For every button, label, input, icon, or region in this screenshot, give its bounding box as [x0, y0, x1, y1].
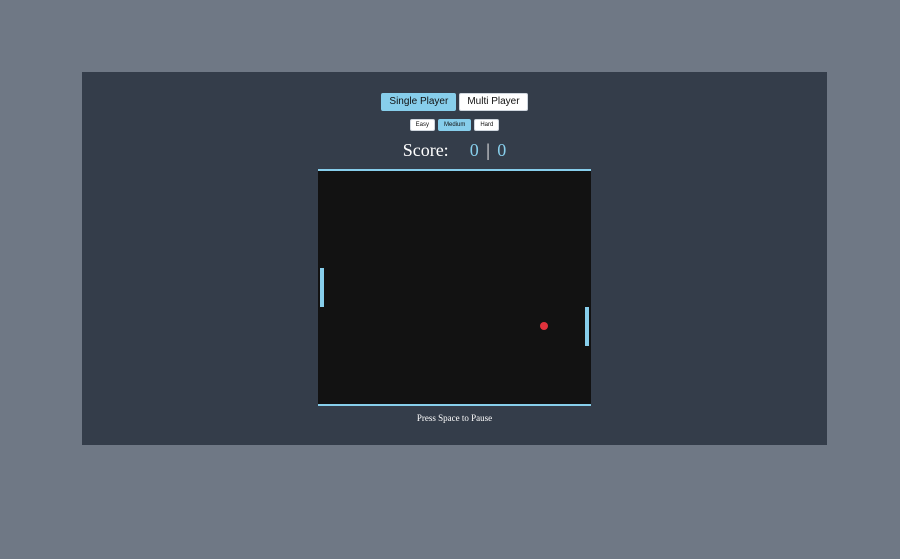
game-board[interactable] [318, 169, 591, 406]
mode-selector: Single Player Multi Player [82, 93, 827, 111]
right-score: 0 [497, 140, 507, 160]
hard-button[interactable]: Hard [474, 119, 500, 131]
multi-player-button[interactable]: Multi Player [459, 93, 528, 111]
easy-button[interactable]: Easy [409, 119, 435, 131]
score-label: Score: [402, 140, 449, 160]
left-score: 0 [469, 140, 479, 160]
game-panel: Single Player Multi Player Easy Medium H… [82, 72, 827, 445]
score-separator: | [486, 140, 490, 160]
pause-hint: Press Space to Pause [416, 413, 493, 423]
medium-button[interactable]: Medium [437, 119, 472, 131]
ball [540, 322, 548, 330]
scoreboard: Score: 0 | 0 [82, 140, 827, 161]
single-player-button[interactable]: Single Player [381, 93, 457, 111]
difficulty-selector: Easy Medium Hard [82, 119, 827, 131]
left-paddle [320, 268, 324, 307]
right-paddle [585, 307, 589, 346]
